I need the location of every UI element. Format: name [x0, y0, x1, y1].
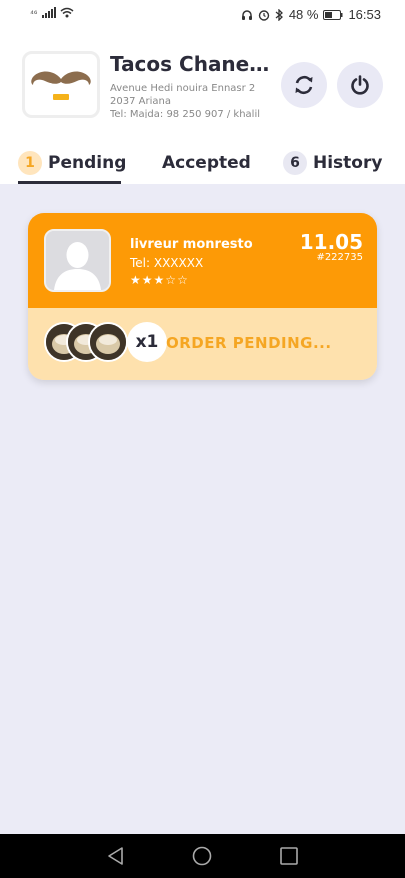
- network-type-label: ⁴⁶: [30, 7, 38, 18]
- bluetooth-icon: [275, 8, 283, 21]
- order-amount: 11.05: [299, 230, 363, 254]
- shop-address: Avenue Hedi nouira Ennasr 2 2037 Ariana …: [110, 83, 261, 118]
- item-thumbnail: [88, 322, 128, 362]
- tab-label: Pending: [48, 153, 127, 173]
- home-circle-icon[interactable]: [192, 846, 212, 866]
- wifi-icon: [60, 7, 74, 18]
- active-tab-indicator: [18, 181, 121, 184]
- battery-icon: [323, 9, 343, 20]
- tab-label: Accepted: [162, 153, 251, 173]
- order-card-footer: x1 ORDER PENDING...: [28, 308, 377, 380]
- mustache-logo-icon: Chaneb: [31, 71, 91, 100]
- svg-text:Chaneb: Chaneb: [40, 83, 82, 94]
- order-id: #222735: [316, 252, 363, 263]
- driver-avatar: [44, 229, 111, 292]
- driver-phone: Tel: XXXXXX: [130, 256, 204, 270]
- alarm-icon: [258, 9, 270, 21]
- star-filled-icon: ★: [153, 273, 166, 287]
- item-count-badge: x1: [127, 322, 167, 362]
- header: Chaneb Tacos Chane... Avenue Hedi nouira…: [0, 30, 405, 184]
- headphones-icon: [241, 9, 252, 20]
- back-triangle-icon[interactable]: [106, 846, 126, 866]
- driver-name: livreur monresto: [130, 237, 253, 252]
- tab-pending[interactable]: 1 Pending: [18, 142, 126, 184]
- star-filled-icon: ★: [141, 273, 154, 287]
- user-placeholder-icon: [46, 231, 109, 290]
- order-status: ORDER PENDING...: [166, 334, 332, 352]
- power-button[interactable]: [337, 62, 383, 108]
- history-count-badge: 6: [283, 151, 307, 175]
- recents-square-icon[interactable]: [279, 846, 299, 866]
- star-empty-icon: ☆: [177, 273, 189, 287]
- system-nav-bar: [0, 834, 405, 878]
- order-items-thumbnails: x1: [44, 322, 167, 362]
- battery-percent: 48 %: [288, 7, 319, 22]
- star-filled-icon: ★: [130, 273, 142, 287]
- clock: 16:53: [348, 7, 381, 22]
- order-tabs: 1 Pending Accepted 6 History: [0, 142, 405, 184]
- signal-icon: [41, 7, 56, 18]
- tab-history[interactable]: 6 History: [283, 142, 382, 184]
- tab-label: History: [313, 153, 383, 173]
- star-empty-icon: ☆: [165, 273, 178, 287]
- order-card-header: livreur monresto Tel: XXXXXX ★★★☆☆ 11.05…: [28, 213, 377, 308]
- refresh-button[interactable]: [281, 62, 327, 108]
- power-icon: [351, 75, 369, 95]
- status-bar: ⁴⁶ 48 % 16:53: [0, 0, 405, 30]
- tab-accepted[interactable]: Accepted: [162, 142, 251, 184]
- pending-count-badge: 1: [18, 151, 42, 175]
- shop-name: Tacos Chane...: [110, 52, 270, 76]
- refresh-icon: [295, 75, 313, 95]
- shop-logo: Chaneb: [22, 51, 100, 118]
- driver-rating: ★★★☆☆: [130, 273, 189, 287]
- order-card[interactable]: livreur monresto Tel: XXXXXX ★★★☆☆ 11.05…: [28, 213, 377, 380]
